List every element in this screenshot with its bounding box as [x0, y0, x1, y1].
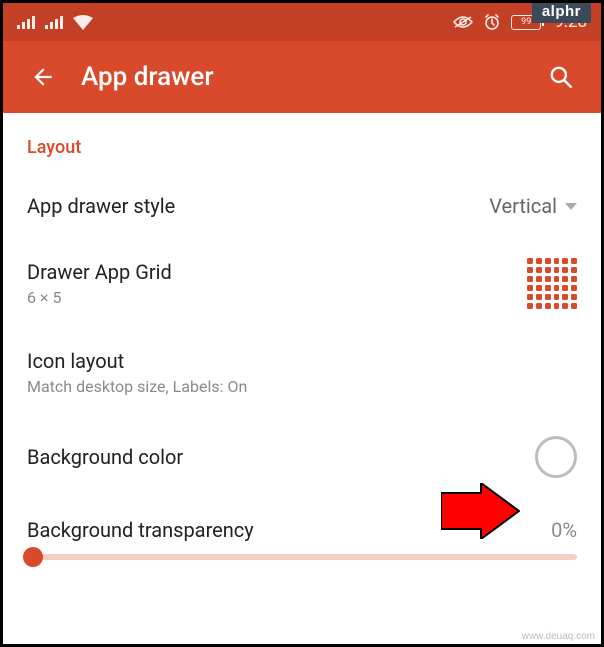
search-icon — [548, 64, 574, 90]
color-swatch[interactable] — [535, 436, 577, 478]
wifi-icon — [73, 15, 93, 30]
signal-icon — [17, 15, 35, 29]
transparency-slider[interactable] — [27, 554, 577, 560]
transparency-value: 0% — [551, 518, 577, 542]
row-title: Background transparency — [27, 518, 551, 542]
row-background-transparency[interactable]: Background transparency 0% — [27, 498, 577, 548]
row-title: App drawer style — [27, 194, 489, 218]
grid-preview-icon — [527, 258, 577, 309]
alarm-icon — [483, 13, 501, 31]
arrow-back-icon — [30, 64, 56, 90]
row-subtitle: Match desktop size, Labels: On — [27, 377, 577, 396]
watermark: www.deuaq.com — [522, 631, 595, 642]
row-icon-layout[interactable]: Icon layout Match desktop size, Labels: … — [27, 329, 577, 416]
signal-icon-2 — [45, 15, 63, 29]
slider-thumb[interactable] — [23, 547, 43, 567]
app-bar: App drawer — [3, 41, 601, 113]
dropdown-value: Vertical — [489, 194, 557, 218]
row-title: Drawer App Grid — [27, 260, 527, 284]
chevron-down-icon — [565, 203, 577, 210]
row-title: Background color — [27, 445, 535, 469]
status-bar: 99 9:28 — [3, 3, 601, 41]
row-title: Icon layout — [27, 349, 577, 373]
back-button[interactable] — [23, 57, 63, 97]
row-background-color[interactable]: Background color — [27, 416, 577, 498]
row-app-drawer-style[interactable]: App drawer style Vertical — [27, 174, 577, 238]
page-title: App drawer — [81, 62, 214, 92]
row-subtitle: 6 × 5 — [27, 288, 527, 307]
alphr-badge: alphr — [532, 0, 591, 23]
search-button[interactable] — [541, 57, 581, 97]
section-header-layout: Layout — [27, 113, 577, 174]
eye-icon — [453, 15, 473, 29]
row-drawer-app-grid[interactable]: Drawer App Grid 6 × 5 — [27, 238, 577, 329]
